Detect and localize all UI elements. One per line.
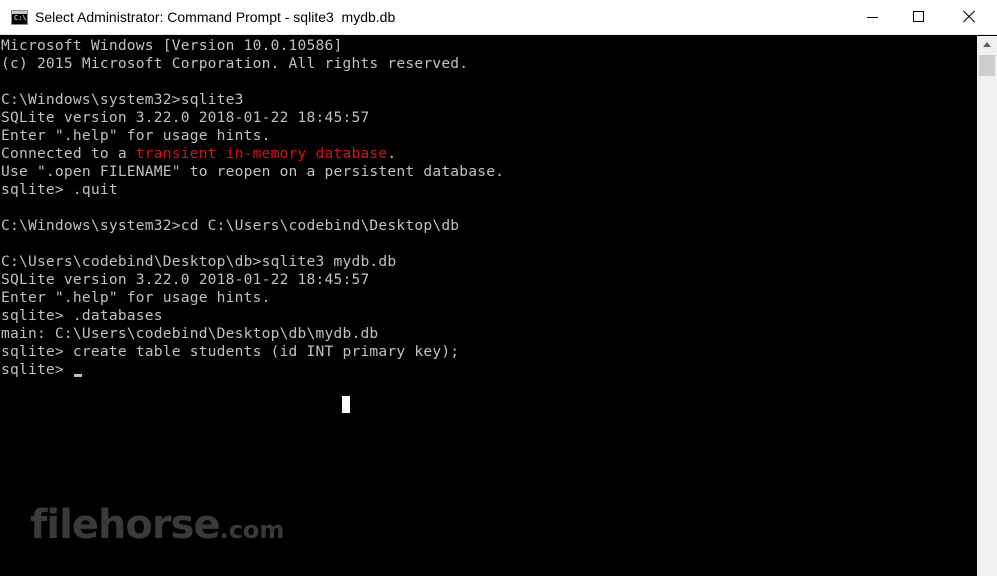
- console-line: sqlite> .quit: [1, 181, 118, 199]
- console-text: C:\Users\codebind\Desktop\db>sqlite3 myd…: [1, 253, 397, 270]
- close-button[interactable]: [946, 0, 992, 35]
- text-caret: [73, 374, 82, 377]
- scroll-up-arrow-icon: [983, 42, 991, 47]
- console-text: Enter ".help" for usage hints.: [1, 289, 271, 306]
- watermark-suffix: .com: [219, 516, 285, 544]
- console-text: sqlite>: [1, 361, 73, 378]
- console-output[interactable]: Microsoft Windows [Version 10.0.10586] (c…: [0, 36, 977, 576]
- console-line: SQLite version 3.22.0 2018-01-22 18:45:5…: [1, 109, 369, 127]
- console-text: .: [387, 145, 397, 162]
- console-line: Connected to a transient in-memory datab…: [1, 145, 396, 163]
- maximize-icon: [913, 11, 924, 22]
- command-prompt-window: C:\ Select Administrator: Command Prompt…: [0, 0, 997, 576]
- console-text: sqlite> .quit: [1, 181, 118, 198]
- title-bar[interactable]: C:\ Select Administrator: Command Prompt…: [0, 0, 997, 35]
- console-text: Connected to a: [1, 145, 136, 162]
- console-text: Use ".open FILENAME" to reopen on a pers…: [1, 163, 505, 180]
- console-line: Enter ".help" for usage hints.: [1, 289, 271, 307]
- cmd-icon[interactable]: C:\: [11, 10, 28, 25]
- console-line: C:\Users\codebind\Desktop\db>sqlite3 myd…: [1, 253, 396, 271]
- console-text: C:\Windows\system32>cd C:\Users\codebind…: [1, 217, 460, 234]
- watermark-main: filehorse: [30, 502, 221, 548]
- minimize-button[interactable]: [849, 0, 895, 35]
- cmd-icon-text: C:\: [14, 14, 27, 22]
- console-text: (c) 2015 Microsoft Corporation. All righ…: [1, 55, 469, 72]
- console-text: sqlite> .databases: [1, 307, 163, 324]
- console-line: sqlite> create table students (id INT pr…: [1, 343, 459, 361]
- minimize-icon: [867, 17, 878, 18]
- console-text: SQLite version 3.22.0 2018-01-22 18:45:5…: [1, 271, 370, 288]
- console-line: (c) 2015 Microsoft Corporation. All righ…: [1, 55, 468, 73]
- maximize-button[interactable]: [895, 0, 941, 35]
- watermark-logo: filehorse.com: [30, 503, 284, 547]
- scroll-up-button[interactable]: [977, 36, 997, 54]
- console-line: main: C:\Users\codebind\Desktop\db\mydb.…: [1, 325, 378, 343]
- console-line: Enter ".help" for usage hints.: [1, 127, 271, 145]
- console-line: sqlite> .databases: [1, 307, 163, 325]
- console-line: C:\Windows\system32>cd C:\Users\codebind…: [1, 217, 459, 235]
- console-line: Microsoft Windows [Version 10.0.10586]: [1, 37, 342, 55]
- console-line: sqlite>: [1, 361, 82, 379]
- console-text: SQLite version 3.22.0 2018-01-22 18:45:5…: [1, 109, 370, 126]
- console-line: SQLite version 3.22.0 2018-01-22 18:45:5…: [1, 271, 369, 289]
- window-title: Select Administrator: Command Prompt - s…: [35, 9, 396, 25]
- console-text: Microsoft Windows [Version 10.0.10586]: [1, 37, 343, 54]
- close-icon: [963, 11, 975, 23]
- console-text: main: C:\Users\codebind\Desktop\db\mydb.…: [1, 325, 379, 342]
- highlighted-text: transient in-memory database: [135, 145, 388, 162]
- console-line: Use ".open FILENAME" to reopen on a pers…: [1, 163, 504, 181]
- console-text: Enter ".help" for usage hints.: [1, 127, 271, 144]
- vertical-scrollbar[interactable]: [977, 36, 997, 576]
- console-text: C:\Windows\system32>sqlite3: [1, 91, 244, 108]
- console-line: C:\Windows\system32>sqlite3: [1, 91, 244, 109]
- console-text: sqlite> create table students (id INT pr…: [1, 343, 460, 360]
- scroll-thumb[interactable]: [979, 55, 995, 76]
- mouse-cursor-icon: [342, 396, 350, 413]
